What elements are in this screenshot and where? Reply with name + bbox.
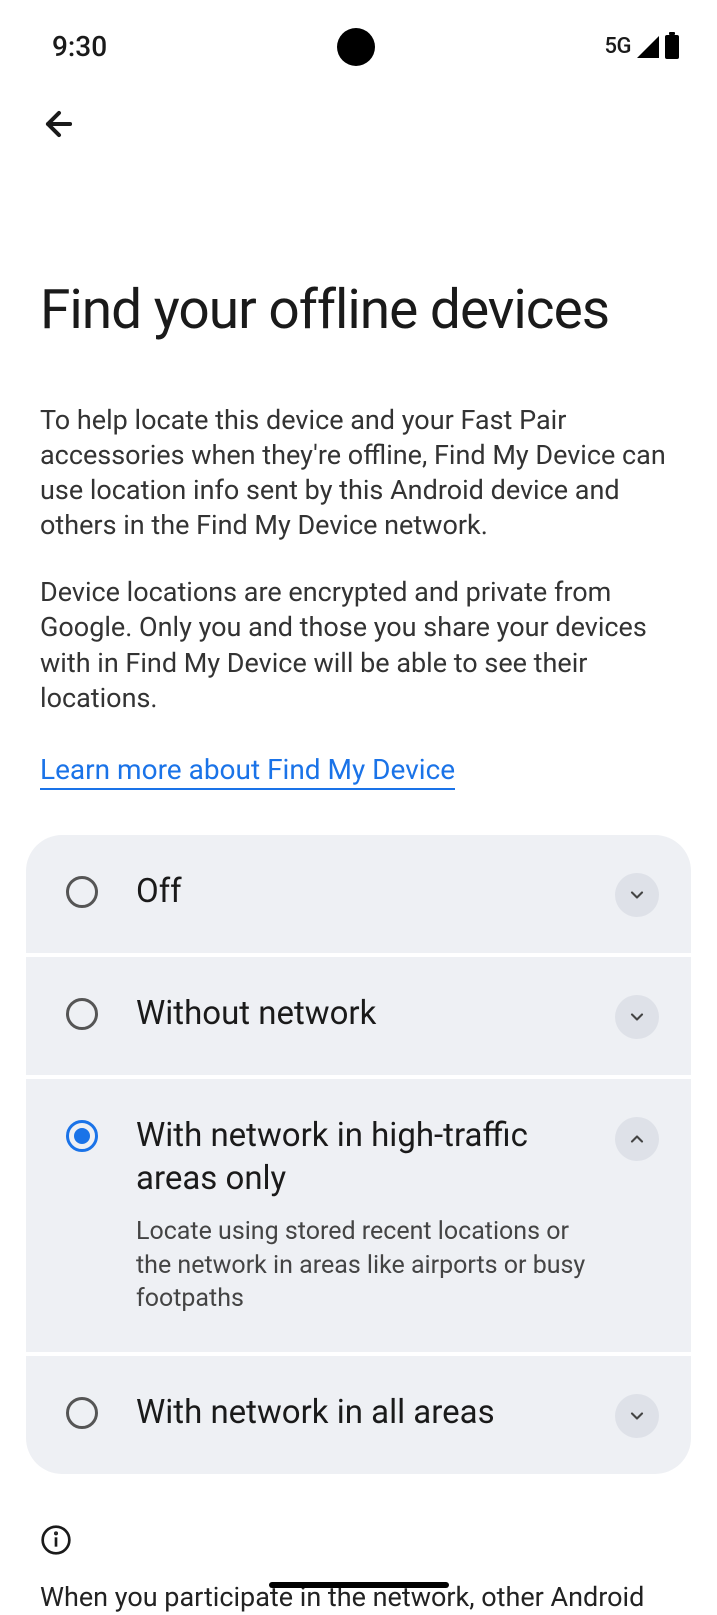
camera-cutout [337,28,375,66]
radio-without-network[interactable] [66,998,98,1030]
chevron-down-icon [627,1406,647,1426]
description-para-1: To help locate this device and your Fast… [40,403,677,543]
page-description: To help locate this device and your Fast… [0,403,717,790]
radio-off[interactable] [66,876,98,908]
option-high-traffic-desc: Locate using stored recent locations or … [136,1215,595,1316]
collapse-high-traffic-button[interactable] [615,1117,659,1161]
page-title: Find your offline devices [0,177,717,403]
option-high-traffic-label: With network in high-traffic areas only [136,1115,595,1201]
chevron-up-icon [627,1129,647,1149]
option-all-areas[interactable]: With network in all areas [26,1356,691,1474]
status-bar: 9:30 5G [0,0,717,75]
signal-icon [637,36,659,58]
radio-all-areas[interactable] [66,1397,98,1429]
option-off[interactable]: Off [26,835,691,957]
info-section: When you participate in the network, oth… [0,1474,717,1615]
chevron-down-icon [627,885,647,905]
info-icon [40,1524,72,1556]
radio-selected-dot [74,1128,90,1144]
radio-high-traffic[interactable] [66,1120,98,1152]
network-type: 5G [605,34,632,59]
status-time: 9:30 [52,30,107,63]
battery-icon [665,35,679,59]
option-without-network[interactable]: Without network [26,957,691,1079]
expand-without-network-button[interactable] [615,995,659,1039]
nav-indicator[interactable] [269,1582,449,1588]
option-without-network-label: Without network [136,993,595,1036]
option-all-areas-label: With network in all areas [136,1392,595,1435]
back-button[interactable] [40,105,677,147]
chevron-down-icon [627,1007,647,1027]
option-off-label: Off [136,871,595,914]
description-para-2: Device locations are encrypted and priva… [40,575,677,715]
expand-all-areas-button[interactable] [615,1394,659,1438]
nav-bar [0,75,717,177]
option-high-traffic[interactable]: With network in high-traffic areas only … [26,1079,691,1356]
options-list: Off Without network With network in high… [26,835,691,1474]
learn-more-link[interactable]: Learn more about Find My Device [40,752,455,790]
expand-off-button[interactable] [615,873,659,917]
status-indicators: 5G [605,34,680,59]
